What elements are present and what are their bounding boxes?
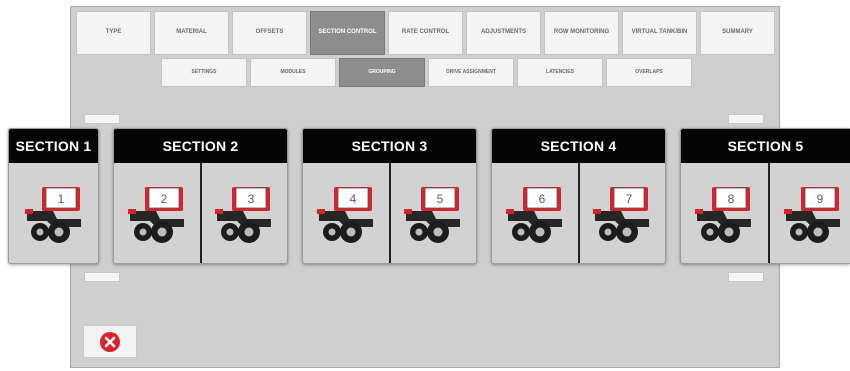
planter-row-unit-icon: 1 <box>24 187 81 243</box>
subtab-overlaps[interactable]: OVERLAPS <box>606 58 692 87</box>
section-rows: 1 <box>9 163 98 263</box>
section-title: SECTION 3 <box>303 129 476 163</box>
row-unit[interactable]: 3 <box>199 163 288 263</box>
subtab-latencies[interactable]: LATENCIES <box>517 58 603 87</box>
closing-wheel-hub <box>157 227 167 237</box>
tab-offsets[interactable]: OFFSETS <box>232 11 307 55</box>
frame-hitch <box>695 209 704 214</box>
section-card-1[interactable]: SECTION 1 1 <box>8 128 99 264</box>
section-card-2[interactable]: SECTION 2 2 3 <box>113 128 288 264</box>
row-number: 4 <box>349 192 356 206</box>
gauge-wheel-hub <box>706 228 714 236</box>
closing-wheel-hub <box>622 227 632 237</box>
subtab-drive-assignment[interactable]: DRIVE ASSIGNMENT <box>428 58 514 87</box>
row-unit[interactable]: 7 <box>577 163 666 263</box>
section-card-3[interactable]: SECTION 3 4 5 <box>302 128 477 264</box>
row-number: 1 <box>57 192 64 206</box>
section-title: SECTION 1 <box>9 129 98 163</box>
row-number: 3 <box>248 192 255 206</box>
section-rows: 4 5 <box>303 163 476 263</box>
row-number: 5 <box>437 192 444 206</box>
closing-wheel-hub <box>54 227 63 237</box>
scroll-edge-right-bottom <box>728 272 764 282</box>
row-number: 2 <box>160 192 167 206</box>
planter-row-unit-icon: 8 <box>695 187 752 243</box>
section-rows: 2 3 <box>114 163 287 263</box>
tab-adjustments[interactable]: ADJUSTMENTS <box>466 11 541 55</box>
gauge-wheel-hub <box>226 228 234 236</box>
closing-wheel-hub <box>813 227 823 237</box>
tab-summary[interactable]: SUMMARY <box>700 11 775 55</box>
planter-row-unit-icon: 9 <box>783 187 840 243</box>
section-title: SECTION 5 <box>681 129 850 163</box>
close-button[interactable] <box>83 325 137 358</box>
frame-hitch <box>316 209 325 214</box>
scroll-edge-left-bottom <box>84 272 120 282</box>
frame-hitch <box>24 209 33 214</box>
subtab-grouping[interactable]: GROUPING <box>339 58 425 87</box>
row-number: 6 <box>538 192 545 206</box>
gauge-wheel-hub <box>36 228 43 236</box>
gauge-wheel-hub <box>328 228 336 236</box>
row-unit[interactable]: 1 <box>9 163 98 263</box>
gauge-wheel-hub <box>517 228 525 236</box>
row-unit[interactable]: 9 <box>767 163 850 263</box>
frame-hitch <box>783 209 792 214</box>
planter-row-unit-icon: 2 <box>127 187 184 243</box>
section-card-4[interactable]: SECTION 4 6 7 <box>491 128 666 264</box>
gauge-wheel-hub <box>139 228 147 236</box>
row-unit[interactable]: 5 <box>388 163 477 263</box>
main-tab-bar: TYPE MATERIAL OFFSETS SECTION CONTROL RA… <box>76 11 775 55</box>
close-x-icon <box>100 331 120 352</box>
section-title: SECTION 4 <box>492 129 665 163</box>
tab-type[interactable]: TYPE <box>76 11 151 55</box>
row-number: 9 <box>816 192 823 206</box>
screen: TYPE MATERIAL OFFSETS SECTION CONTROL RA… <box>0 0 850 371</box>
tab-material[interactable]: MATERIAL <box>154 11 229 55</box>
gauge-wheel-hub <box>795 228 803 236</box>
tab-virtual-tank-bin[interactable]: VIRTUAL TANK/BIN <box>622 11 697 55</box>
closing-wheel-hub <box>346 227 356 237</box>
row-unit[interactable]: 8 <box>681 163 768 263</box>
row-number: 8 <box>728 192 735 206</box>
row-number: 7 <box>626 192 633 206</box>
row-unit[interactable]: 4 <box>303 163 389 263</box>
planter-row-unit-icon: 3 <box>215 187 272 243</box>
tab-rate-control[interactable]: RATE CONTROL <box>388 11 463 55</box>
section-title: SECTION 2 <box>114 129 287 163</box>
closing-wheel-hub <box>433 227 443 237</box>
closing-wheel-hub <box>244 227 254 237</box>
section-card-5[interactable]: SECTION 5 8 9 <box>680 128 850 264</box>
tab-section-control[interactable]: SECTION CONTROL <box>310 11 385 55</box>
planter-row-unit-icon: 5 <box>404 187 461 243</box>
planter-row-unit-icon: 6 <box>505 187 562 243</box>
row-unit[interactable]: 6 <box>492 163 578 263</box>
tab-row-monitoring[interactable]: ROW MONITORING <box>544 11 619 55</box>
frame-hitch <box>127 209 136 214</box>
scroll-edge-right-top <box>728 114 764 124</box>
sub-tab-bar: SETTINGS MODULES GROUPING DRIVE ASSIGNME… <box>161 58 692 87</box>
planter-row-unit-icon: 7 <box>593 187 650 243</box>
gauge-wheel-hub <box>604 228 612 236</box>
subtab-settings[interactable]: SETTINGS <box>161 58 247 87</box>
scroll-edge-left-top <box>84 114 120 124</box>
closing-wheel-hub <box>724 227 734 237</box>
section-rows: 6 7 <box>492 163 665 263</box>
planter-row-unit-icon: 4 <box>316 187 373 243</box>
section-rows: 8 9 <box>681 163 850 263</box>
frame-hitch <box>593 209 602 214</box>
closing-wheel-hub <box>535 227 545 237</box>
frame-hitch <box>404 209 413 214</box>
subtab-modules[interactable]: MODULES <box>250 58 336 87</box>
frame-hitch <box>215 209 224 214</box>
row-unit[interactable]: 2 <box>114 163 200 263</box>
gauge-wheel-hub <box>415 228 423 236</box>
frame-hitch <box>505 209 514 214</box>
